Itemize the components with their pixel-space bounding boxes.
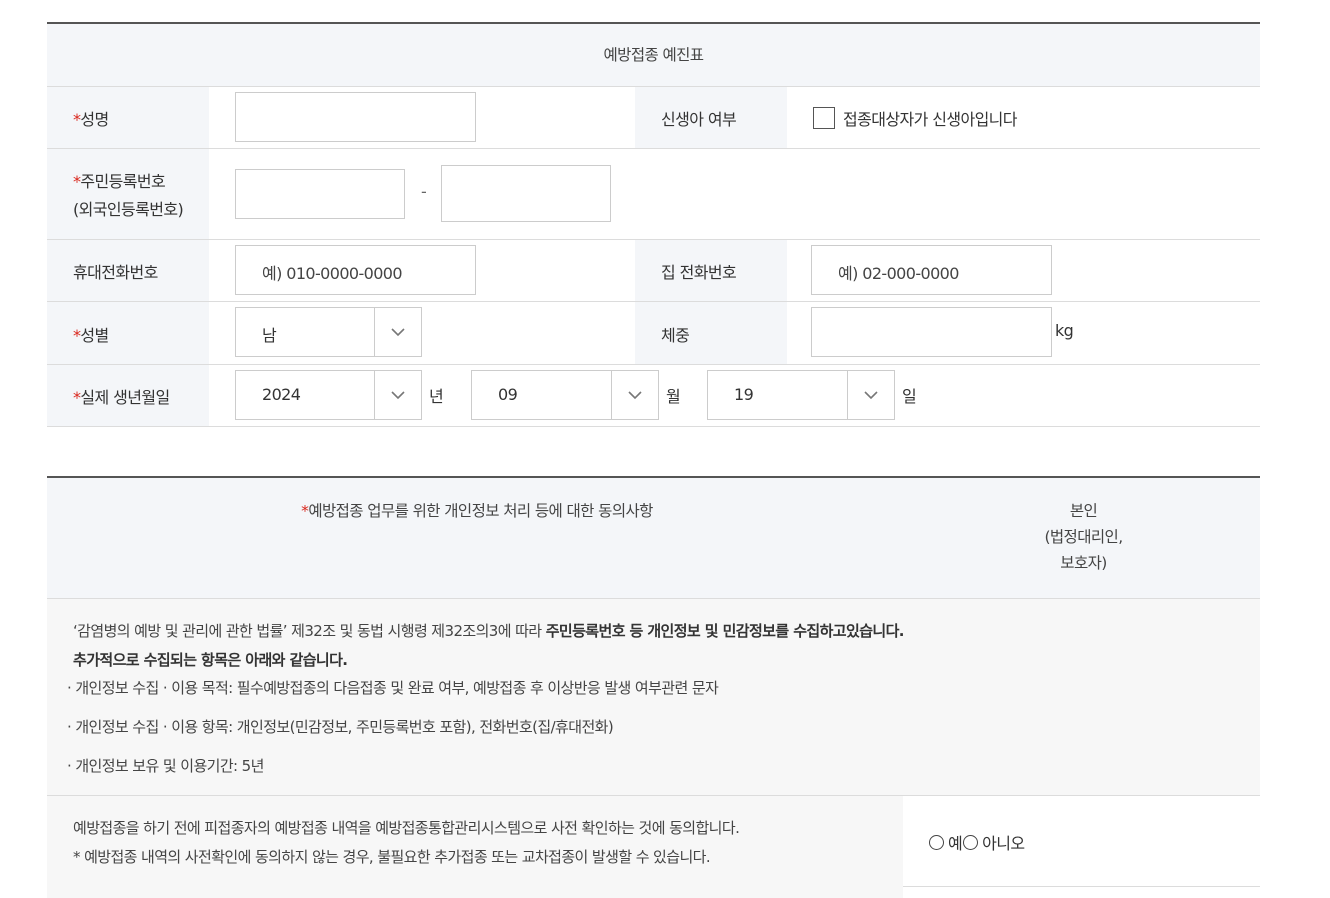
birth-month-value: 09	[498, 385, 518, 404]
name-label: *성명	[73, 110, 109, 129]
gender-label-cell: *성별	[47, 302, 209, 364]
newborn-checkbox-label[interactable]: 접종대상자가 신생아입니다	[843, 106, 1018, 130]
radio-no[interactable]	[963, 834, 979, 850]
radio-yes[interactable]	[929, 834, 944, 850]
consent-agree-row: 예방접종을 하기 전에 피접종자의 예방접종 내역을 예방접종통합관리시스템으로…	[47, 796, 1260, 887]
birth-day-select[interactable]: 19	[707, 370, 895, 420]
birth-year-select[interactable]: 2024	[235, 370, 422, 420]
home-phone-label: 집 전화번호	[661, 263, 737, 282]
consent-body-line2: 추가적으로 수집되는 항목은 아래와 같습니다.	[73, 651, 348, 669]
consent-yes-option[interactable]: 예	[929, 830, 963, 854]
rrn-row: *주민등록번호 (외국인등록번호) -	[47, 149, 1260, 240]
phone-row: 휴대전화번호 예) 010-0000-0000 집 전화번호 예) 02-000…	[47, 240, 1260, 302]
month-unit: 월	[666, 387, 681, 406]
birth-month-select[interactable]: 09	[471, 370, 659, 420]
year-unit: 년	[429, 387, 444, 406]
form-title: 예방접종 예진표	[47, 24, 1260, 87]
next-row-strip	[47, 886, 903, 898]
gender-label: *성별	[73, 326, 109, 345]
newborn-label-cell: 신생아 여부	[635, 87, 787, 148]
name-input[interactable]	[235, 92, 476, 142]
consent-header: *예방접종 업무를 위한 개인정보 처리 등에 대한 동의사항 본인 (법정대리…	[47, 478, 1260, 599]
name-label-cell: *성명	[47, 87, 209, 148]
home-phone-placeholder: 예) 02-000-0000	[838, 264, 959, 283]
consent-item-retention: · 개인정보 보유 및 이용기간: 5년	[67, 757, 264, 775]
consent-table: *예방접종 업무를 위한 개인정보 처리 등에 대한 동의사항 본인 (법정대리…	[47, 476, 1260, 887]
rrn-label: *주민등록번호 (외국인등록번호)	[73, 172, 184, 219]
consent-radio-group: 예 아니오	[929, 830, 1025, 854]
consent-item-fields: · 개인정보 수집 · 이용 항목: 개인정보(민감정보, 주민등록번호 포함)…	[67, 718, 614, 736]
birth-day-value: 19	[734, 385, 754, 404]
weight-label-cell: 체중	[635, 302, 787, 364]
birthdate-row: *실제 생년월일 2024 년 09 월 19 일	[47, 365, 1260, 427]
weight-label: 체중	[661, 326, 690, 345]
vaccination-form-table: 예방접종 예진표 *성명 신생아 여부 접종대상자가 신생아입니다 *주민등록번…	[47, 22, 1260, 427]
consent-no-option[interactable]: 아니오	[962, 830, 1025, 854]
weight-unit: kg	[1055, 321, 1074, 340]
chevron-down-icon	[374, 371, 421, 419]
rrn-back-input[interactable]	[441, 165, 611, 222]
gender-value: 남	[262, 326, 277, 345]
consent-item-purpose: · 개인정보 수집 · 이용 목적: 필수예방접종의 다음접종 및 완료 여부,…	[67, 679, 719, 697]
mobile-label: 휴대전화번호	[73, 263, 158, 282]
consent-agree-line1: 예방접종을 하기 전에 피접종자의 예방접종 내역을 예방접종통합관리시스템으로…	[73, 819, 740, 837]
birth-year-value: 2024	[262, 385, 301, 404]
chevron-down-icon	[374, 308, 421, 356]
rrn-front-input[interactable]	[235, 169, 405, 219]
rrn-label-cell: *주민등록번호 (외국인등록번호)	[47, 149, 209, 239]
chevron-down-icon	[611, 371, 658, 419]
home-phone-label-cell: 집 전화번호	[635, 240, 787, 301]
consent-header-title: *예방접종 업무를 위한 개인정보 처리 등에 대한 동의사항	[301, 502, 653, 520]
gender-select[interactable]: 남	[235, 307, 422, 357]
consent-body: ‘감염병의 예방 및 관리에 관한 법률’ 제32조 및 동법 시행령 제32조…	[47, 599, 1260, 796]
rrn-dash: -	[421, 182, 427, 201]
birth-label: *실제 생년월일	[73, 388, 170, 407]
mobile-input[interactable]: 예) 010-0000-0000	[235, 245, 476, 295]
consent-header-subject: 본인 (법정대리인, 보호자)	[1044, 502, 1123, 572]
chevron-down-icon	[847, 371, 894, 419]
mobile-placeholder: 예) 010-0000-0000	[262, 264, 403, 283]
consent-body-line1: ‘감염병의 예방 및 관리에 관한 법률’ 제32조 및 동법 시행령 제32조…	[73, 622, 905, 640]
weight-input[interactable]	[811, 307, 1052, 357]
gender-weight-row: *성별 남 체중 kg	[47, 302, 1260, 365]
mobile-label-cell: 휴대전화번호	[47, 240, 209, 301]
day-unit: 일	[902, 387, 917, 406]
form-title-text: 예방접종 예진표	[603, 46, 705, 64]
home-phone-input[interactable]: 예) 02-000-0000	[811, 245, 1052, 295]
name-row: *성명 신생아 여부 접종대상자가 신생아입니다	[47, 87, 1260, 149]
newborn-checkbox[interactable]	[813, 107, 835, 129]
birth-label-cell: *실제 생년월일	[47, 365, 209, 426]
newborn-label: 신생아 여부	[661, 110, 737, 129]
consent-agree-text: 예방접종을 하기 전에 피접종자의 예방접종 내역을 예방접종통합관리시스템으로…	[47, 796, 903, 886]
consent-agree-note: * 예방접종 내역의 사전확인에 동의하지 않는 경우, 불필요한 추가접종 또…	[73, 848, 711, 866]
